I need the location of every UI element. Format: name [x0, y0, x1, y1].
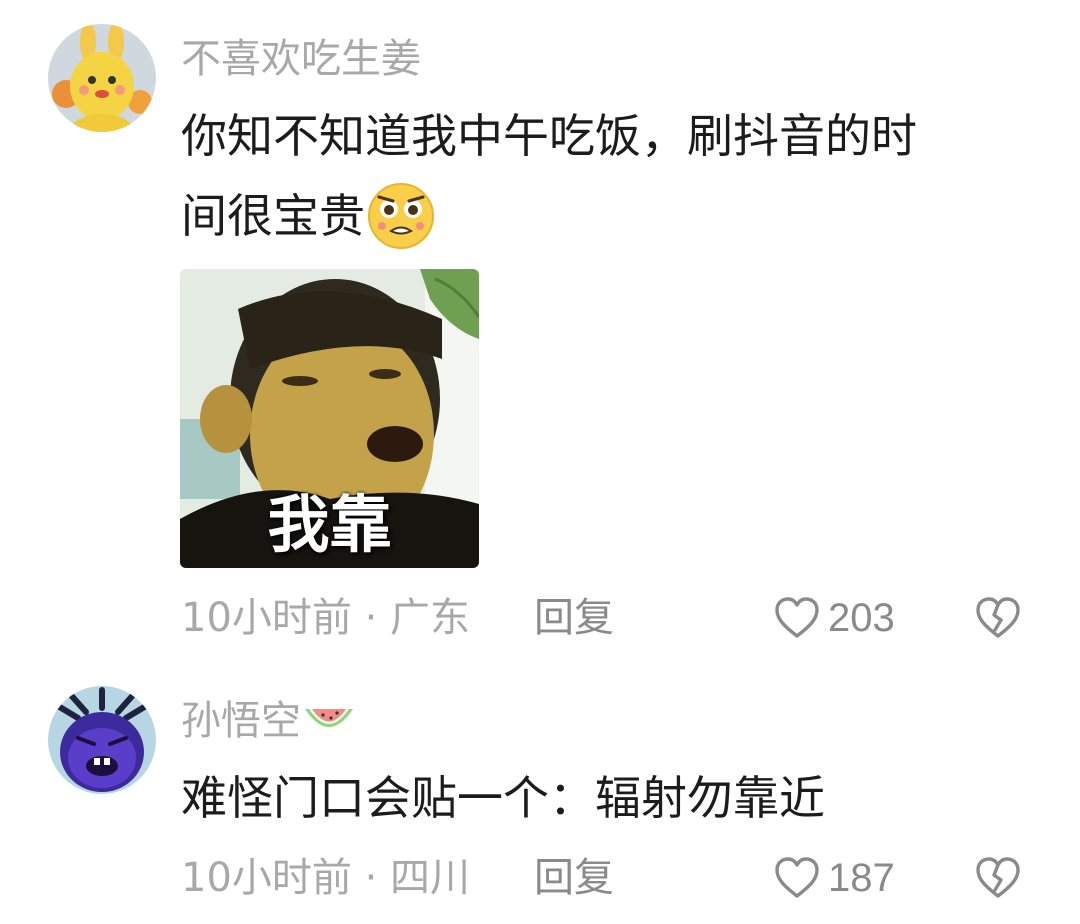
time-location: 10小时前 · 广东 [181, 595, 471, 641]
comment-text-line-1: 你知不知道我中午吃饭，刷抖音的时 [181, 109, 917, 163]
avatar[interactable] [48, 686, 156, 794]
username[interactable]: 孙悟空 [181, 697, 355, 745]
reply-button[interactable]: 回复 [534, 594, 614, 642]
yellow-rabbit-mascot-icon [48, 24, 156, 132]
reply-button[interactable]: 回复 [534, 854, 614, 902]
comment-text-line-2-label: 间很宝贵 [181, 189, 365, 243]
meme-caption: 我靠 [267, 488, 392, 561]
comment-text-line-2: 间很宝贵 [181, 182, 435, 250]
time-location: 10小时前 · 四川 [181, 855, 471, 901]
pleading-face-emoji-icon [368, 183, 434, 249]
username[interactable]: 不喜欢吃生姜 [181, 35, 421, 83]
dislike-button[interactable] [975, 854, 1021, 902]
broken-heart-icon [976, 597, 1020, 638]
heart-icon [775, 857, 819, 898]
like-button[interactable]: 203 [774, 594, 895, 642]
dislike-button[interactable] [975, 594, 1021, 642]
watermelon-icon [305, 709, 353, 727]
avatar[interactable] [48, 24, 156, 132]
comment-item: 孙悟空 难怪门口会贴一个：辐射勿靠近 10小时前 · 四川 回复 187 [0, 660, 1080, 924]
like-count: 203 [828, 596, 895, 640]
heart-icon [775, 597, 819, 638]
like-count: 187 [828, 856, 895, 900]
purple-monster-avatar-icon [48, 686, 156, 794]
comment-text-line-1: 难怪门口会贴一个：辐射勿靠近 [181, 771, 825, 825]
broken-heart-icon [976, 857, 1020, 898]
comment-item: 不喜欢吃生姜 你知不知道我中午吃饭，刷抖音的时 间很宝贵 我靠 10小时前 · … [0, 0, 1080, 660]
username-label: 孙悟空 [181, 698, 301, 744]
like-button[interactable]: 187 [774, 854, 895, 902]
